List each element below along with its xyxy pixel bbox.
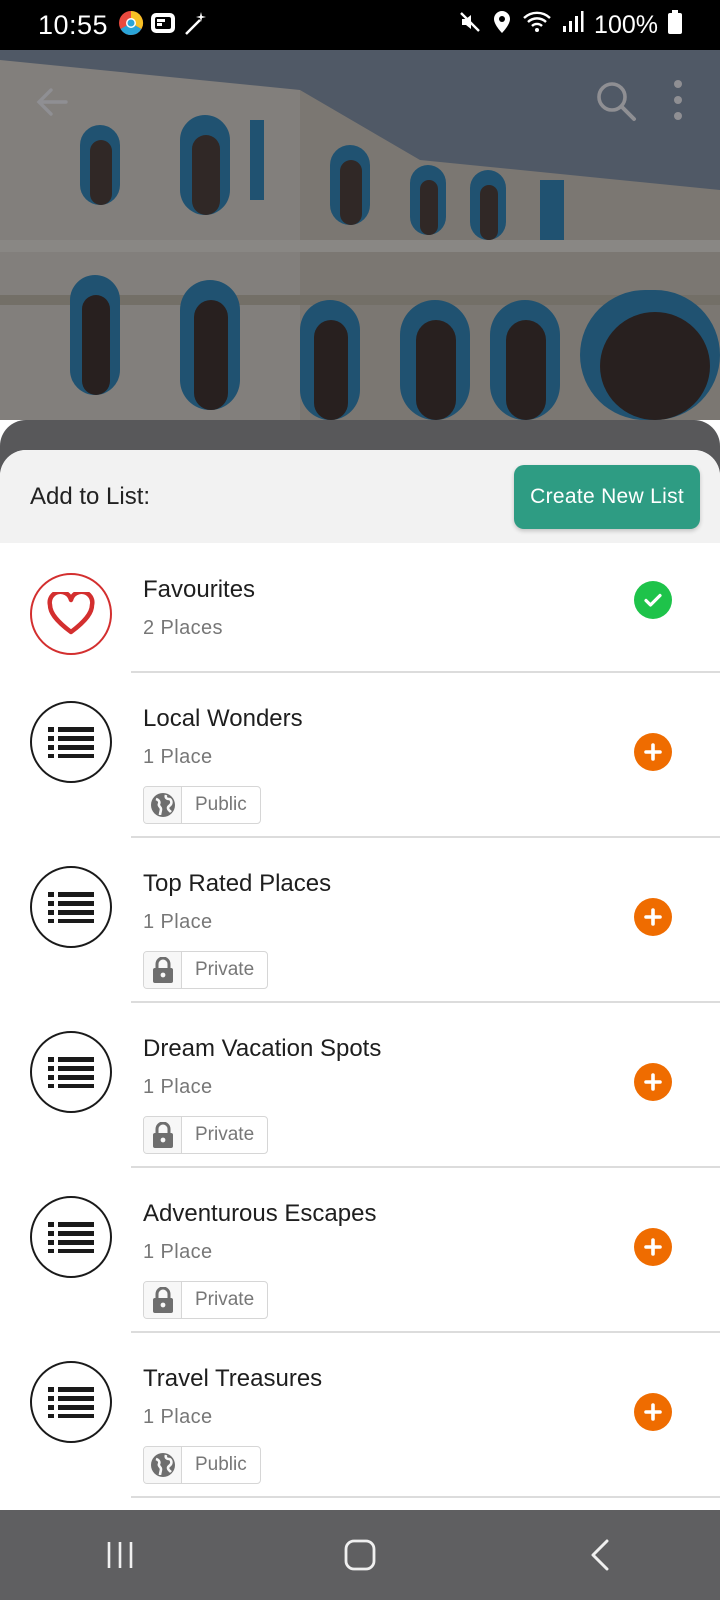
visibility-label: Public [195,794,247,815]
visibility-badge: Private [143,1281,269,1319]
list-avatar [30,1196,112,1278]
list-item-local-wonders[interactable]: Local Wonders 1 Place Public [0,673,720,838]
favourites-avatar [30,573,112,655]
list-item-favourites[interactable]: Favourites 2 Places [0,543,720,673]
list-name: Top Rated Places [143,870,332,897]
sheet-title: Add to List: [30,482,151,510]
visibility-badge: Public [143,786,261,824]
list-icon [48,892,94,923]
recent-apps-icon [107,1542,133,1568]
list-count: 1 Place [143,1076,213,1098]
add-to-list-button[interactable] [634,898,672,936]
magic-wand-icon [182,10,208,41]
list-count: 2 Places [143,617,223,639]
search-icon [597,82,636,121]
plus-icon [644,743,662,761]
list-icon [48,1387,94,1418]
list-count: 1 Place [143,1241,213,1263]
lock-icon [144,952,182,988]
list-icon [48,1222,94,1253]
screen: 10:55 100% Add to List: Create New List … [0,0,720,1600]
visibility-label: Private [195,959,255,980]
more-options-button[interactable] [668,78,688,122]
list-name: Local Wonders [143,705,303,732]
sheet-header: Add to List: Create New List [0,450,720,543]
visibility-label: Private [195,1289,255,1310]
visibility-label: Private [195,1124,255,1145]
add-to-list-button[interactable] [634,1228,672,1266]
visibility-badge: Private [143,951,269,989]
globe-icon [144,787,182,823]
create-new-list-button[interactable]: Create New List [514,464,700,529]
list-name: Favourites [143,576,256,603]
visibility-badge: Public [143,1446,261,1484]
add-to-list-button[interactable] [634,733,672,771]
list-avatar [30,701,112,783]
check-icon [644,593,662,607]
status-bar: 10:55 100% [0,0,720,50]
added-check-button[interactable] [634,581,672,619]
battery-icon [668,9,682,41]
list-item-dream-vacation-spots[interactable]: Dream Vacation Spots 1 Place Private [0,1003,720,1168]
visibility-badge: Private [143,1116,269,1154]
list-count: 1 Place [143,911,213,933]
list-icon [48,727,94,758]
list-item-top-rated-places[interactable]: Top Rated Places 1 Place Private [0,838,720,1003]
home-icon [344,1539,376,1571]
cast-icon [150,10,176,41]
wifi-icon [522,10,552,41]
place-header-photo [0,50,720,420]
list-name: Dream Vacation Spots [143,1035,382,1062]
list-avatar [30,1361,112,1443]
mute-icon [458,10,482,41]
divider [131,1496,720,1498]
location-icon [492,10,512,41]
list-item-adventurous-escapes[interactable]: Adventurous Escapes 1 Place Private [0,1168,720,1333]
battery-text: 100% [594,10,658,39]
lock-icon [144,1282,182,1318]
list-name: Travel Treasures [143,1365,323,1392]
back-icon [591,1539,609,1571]
add-to-list-sheet: Add to List: Create New List Favourites … [0,450,720,1510]
status-notification-icons [118,10,208,41]
add-to-list-button[interactable] [634,1063,672,1101]
list-item-travel-treasures[interactable]: Travel Treasures 1 Place Public [0,1333,720,1498]
plus-icon [644,1238,662,1256]
arrow-left-icon [36,88,68,116]
back-button[interactable] [30,80,74,124]
home-button[interactable] [330,1525,390,1585]
status-time: 10:55 [38,9,109,40]
lock-icon [144,1117,182,1153]
list-avatar [30,866,112,948]
list-count: 1 Place [143,746,213,768]
plus-icon [644,1073,662,1091]
plus-icon [644,908,662,926]
list-name: Adventurous Escapes [143,1200,377,1227]
add-to-list-button[interactable] [634,1393,672,1431]
system-back-button[interactable] [570,1525,630,1585]
search-button[interactable] [592,77,640,125]
system-nav-bar [0,1510,720,1600]
heart-icon [47,592,95,635]
recent-apps-button[interactable] [90,1525,150,1585]
list-avatar [30,1031,112,1113]
globe-icon [144,1447,182,1483]
signal-icon [562,10,584,41]
visibility-label: Public [195,1454,247,1475]
plus-icon [644,1403,662,1421]
list-count: 1 Place [143,1406,213,1428]
status-system-icons: 100% [458,9,682,41]
chrome-like-app-icon [118,10,144,41]
more-vertical-icon [674,80,682,120]
list-icon [48,1057,94,1088]
